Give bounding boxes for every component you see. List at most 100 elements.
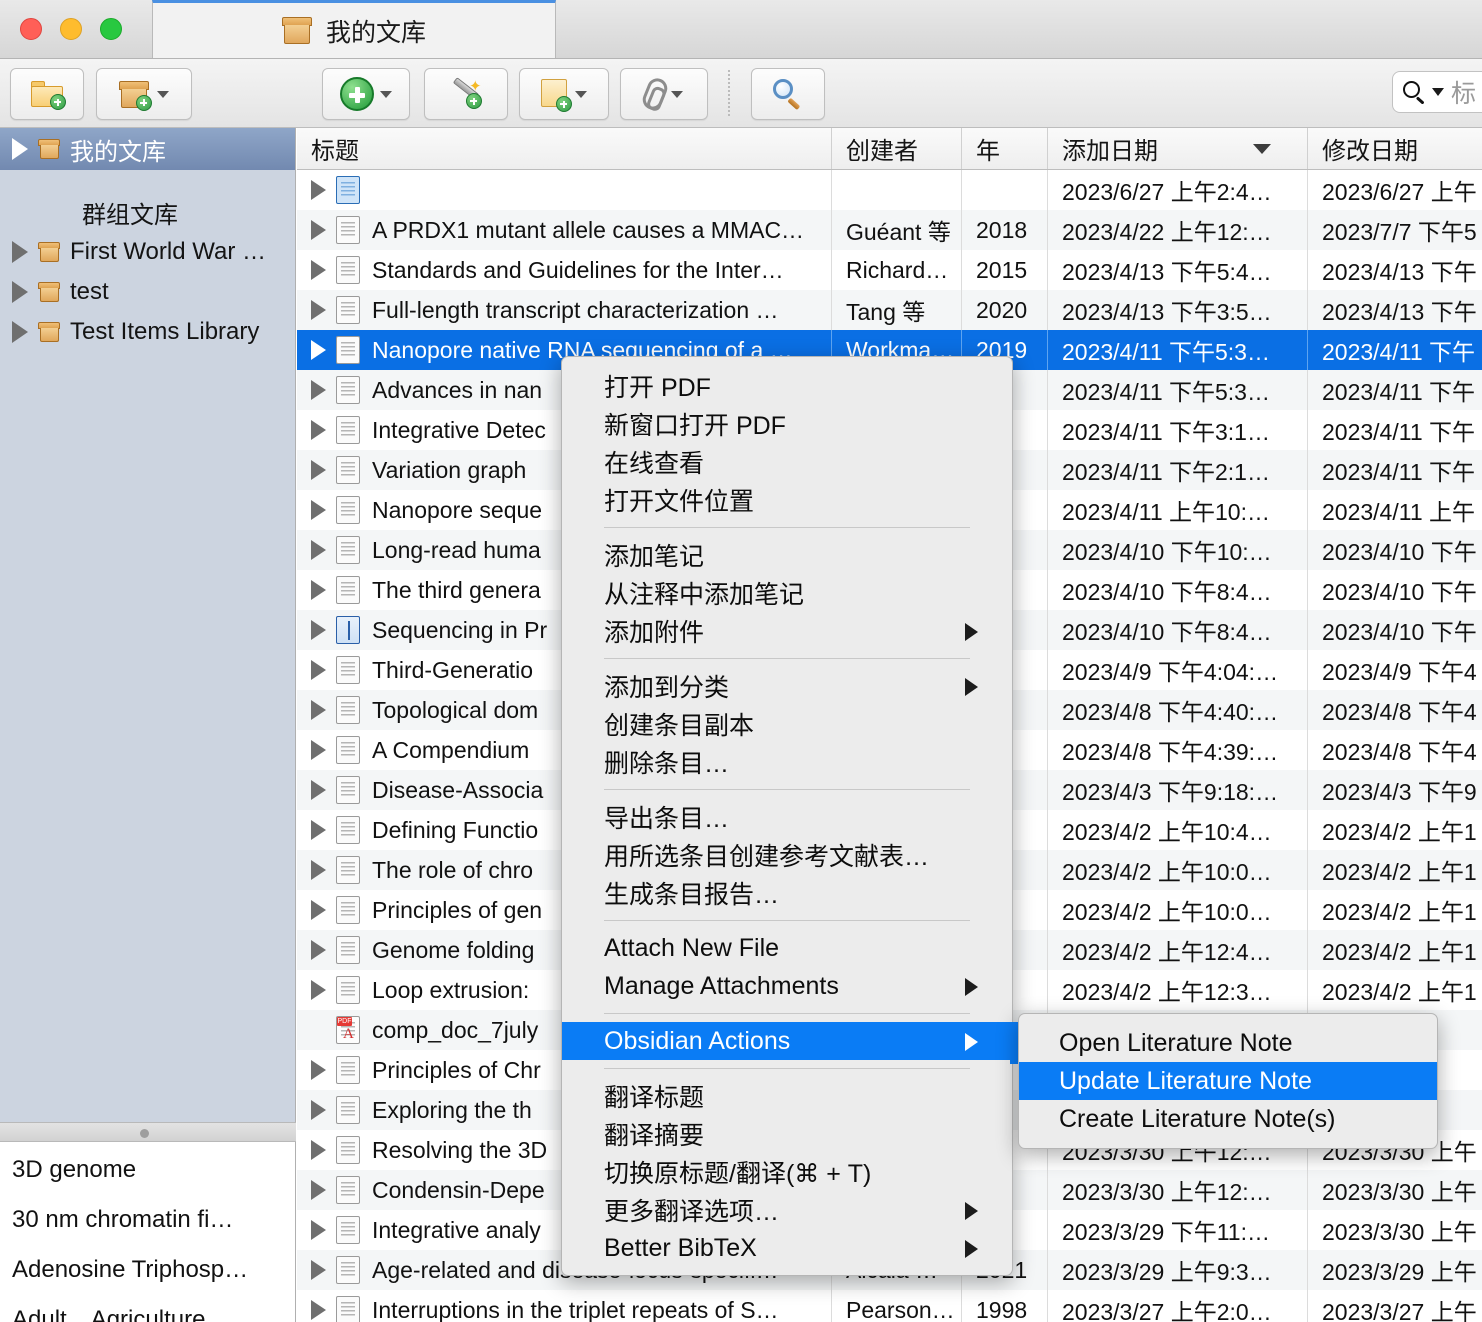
chevron-right-icon[interactable] xyxy=(311,860,326,880)
menu-item-update-literature-note[interactable]: Update Literature Note xyxy=(1019,1062,1437,1100)
chevron-right-icon[interactable] xyxy=(311,260,326,280)
search-input[interactable]: 标 xyxy=(1392,71,1482,113)
cell-title[interactable]: Interruptions in the triplet repeats of … xyxy=(297,1290,831,1322)
menu-item-label: 创建条目副本 xyxy=(604,706,754,742)
cell-title[interactable]: Full-length transcript characterization … xyxy=(297,290,831,330)
cell-date-added: 2023/4/8 下午4:39:… xyxy=(1047,730,1307,770)
chevron-right-icon[interactable] xyxy=(311,1100,326,1120)
sidebar-item-group-2[interactable]: Test Items Library xyxy=(0,312,295,352)
add-attachment-button[interactable] xyxy=(620,68,708,120)
chevron-right-icon[interactable] xyxy=(311,780,326,800)
menu-item[interactable]: 更多翻译选项… xyxy=(562,1191,1012,1229)
menu-item[interactable]: 添加附件 xyxy=(562,612,1012,650)
chevron-right-icon[interactable] xyxy=(311,1300,326,1320)
menu-item-create-literature-notes[interactable]: Create Literature Note(s) xyxy=(1019,1100,1437,1138)
cell-date-modified: 2023/4/2 上午1 xyxy=(1307,890,1482,930)
chevron-down-icon[interactable] xyxy=(1432,88,1444,96)
menu-item[interactable]: 用所选条目创建参考文献表… xyxy=(562,836,1012,874)
table-row[interactable]: Interruptions in the triplet repeats of … xyxy=(297,1290,1482,1322)
chevron-right-icon[interactable] xyxy=(311,620,326,640)
chevron-right-icon[interactable] xyxy=(12,321,28,343)
advanced-search-button[interactable] xyxy=(751,68,825,120)
sidebar-item-my-library[interactable]: 我的文库 xyxy=(0,128,295,170)
minimize-button[interactable] xyxy=(60,18,82,40)
tab-my-library[interactable]: 我的文库 xyxy=(152,0,556,58)
menu-item[interactable]: Better BibTeX xyxy=(562,1229,1012,1267)
chevron-right-icon[interactable] xyxy=(311,1180,326,1200)
pane-splitter[interactable] xyxy=(0,1122,296,1142)
menu-item[interactable]: 打开文件位置 xyxy=(562,481,1012,519)
menu-item[interactable]: 创建条目副本 xyxy=(562,705,1012,743)
table-row[interactable]: Full-length transcript characterization … xyxy=(297,290,1482,330)
sidebar-group-libraries-header[interactable]: 群组文库 xyxy=(0,192,295,232)
chevron-right-icon[interactable] xyxy=(311,340,326,360)
column-header-year[interactable]: 年 xyxy=(961,128,1047,169)
new-item-button[interactable] xyxy=(322,68,410,120)
chevron-right-icon[interactable] xyxy=(311,460,326,480)
chevron-right-icon[interactable] xyxy=(311,540,326,560)
chevron-right-icon[interactable] xyxy=(311,1140,326,1160)
table-row[interactable]: 2023/6/27 上午2:4…2023/6/27 上午 xyxy=(297,170,1482,210)
menu-item[interactable]: 新窗口打开 PDF xyxy=(562,405,1012,443)
chevron-right-icon[interactable] xyxy=(311,700,326,720)
chevron-right-icon[interactable] xyxy=(311,580,326,600)
tag-item[interactable]: 3D genome xyxy=(12,1156,136,1184)
chevron-right-icon[interactable] xyxy=(311,660,326,680)
table-row[interactable]: Standards and Guidelines for the Inter…R… xyxy=(297,250,1482,290)
chevron-right-icon[interactable] xyxy=(311,940,326,960)
menu-item[interactable]: 切换原标题/翻译(⌘ + T) xyxy=(562,1153,1012,1191)
chevron-right-icon[interactable] xyxy=(311,420,326,440)
chevron-right-icon[interactable] xyxy=(12,138,28,160)
menu-item[interactable]: 添加到分类 xyxy=(562,667,1012,705)
menu-item[interactable]: 翻译摘要 xyxy=(562,1115,1012,1153)
menu-item[interactable]: 删除条目… xyxy=(562,743,1012,781)
column-header-date-modified[interactable]: 修改日期 xyxy=(1307,128,1482,169)
menu-item[interactable]: 从注释中添加笔记 xyxy=(562,574,1012,612)
menu-item[interactable]: 导出条目… xyxy=(562,798,1012,836)
cell-title[interactable]: A PRDX1 mutant allele causes a MMAC… xyxy=(297,210,831,250)
menu-item[interactable]: Manage Attachments xyxy=(562,967,1012,1005)
sidebar-item-group-0[interactable]: First World War … xyxy=(0,232,295,272)
chevron-right-icon[interactable] xyxy=(12,241,28,263)
menu-item[interactable]: 生成条目报告… xyxy=(562,874,1012,912)
menu-item[interactable]: Attach New File xyxy=(562,929,1012,967)
chevron-right-icon[interactable] xyxy=(311,740,326,760)
new-note-button[interactable] xyxy=(519,68,609,120)
column-header-date-added[interactable]: 添加日期 xyxy=(1047,128,1307,169)
sidebar-item-group-1[interactable]: test xyxy=(0,272,295,312)
menu-item[interactable]: Obsidian Actions xyxy=(562,1022,1012,1060)
chevron-right-icon[interactable] xyxy=(311,180,326,200)
tag-item[interactable]: 30 nm chromatin fi… xyxy=(12,1206,233,1234)
table-row[interactable]: A PRDX1 mutant allele causes a MMAC…Guéa… xyxy=(297,210,1482,250)
menu-item-open-literature-note[interactable]: Open Literature Note xyxy=(1019,1024,1437,1062)
item-title: The third genera xyxy=(372,577,541,604)
menu-item[interactable]: 添加笔记 xyxy=(562,536,1012,574)
tag-item[interactable]: Agriculture xyxy=(91,1306,206,1322)
chevron-right-icon[interactable] xyxy=(311,380,326,400)
add-by-identifier-button[interactable]: ✦ xyxy=(424,68,508,120)
column-header-creator[interactable]: 创建者 xyxy=(831,128,961,169)
chevron-right-icon[interactable] xyxy=(12,281,28,303)
chevron-right-icon[interactable] xyxy=(311,980,326,1000)
chevron-right-icon[interactable] xyxy=(311,1020,326,1040)
tag-item[interactable]: Adenosine Triphosp… xyxy=(12,1256,248,1284)
new-library-button[interactable] xyxy=(96,68,192,120)
chevron-right-icon[interactable] xyxy=(311,820,326,840)
menu-item[interactable]: 打开 PDF xyxy=(562,367,1012,405)
chevron-right-icon[interactable] xyxy=(311,500,326,520)
zoom-button[interactable] xyxy=(100,18,122,40)
chevron-right-icon[interactable] xyxy=(311,1220,326,1240)
menu-item[interactable]: 在线查看 xyxy=(562,443,1012,481)
chevron-right-icon[interactable] xyxy=(311,900,326,920)
new-collection-button[interactable] xyxy=(10,68,84,120)
chevron-right-icon[interactable] xyxy=(311,220,326,240)
tag-item[interactable]: Adult xyxy=(12,1306,67,1322)
column-header-title[interactable]: 标题 xyxy=(297,128,831,169)
chevron-right-icon[interactable] xyxy=(311,1260,326,1280)
menu-item[interactable]: 翻译标题 xyxy=(562,1077,1012,1115)
cell-title[interactable]: Standards and Guidelines for the Inter… xyxy=(297,250,831,290)
chevron-right-icon[interactable] xyxy=(311,1060,326,1080)
chevron-right-icon[interactable] xyxy=(311,300,326,320)
cell-title[interactable] xyxy=(297,170,831,210)
close-button[interactable] xyxy=(20,18,42,40)
